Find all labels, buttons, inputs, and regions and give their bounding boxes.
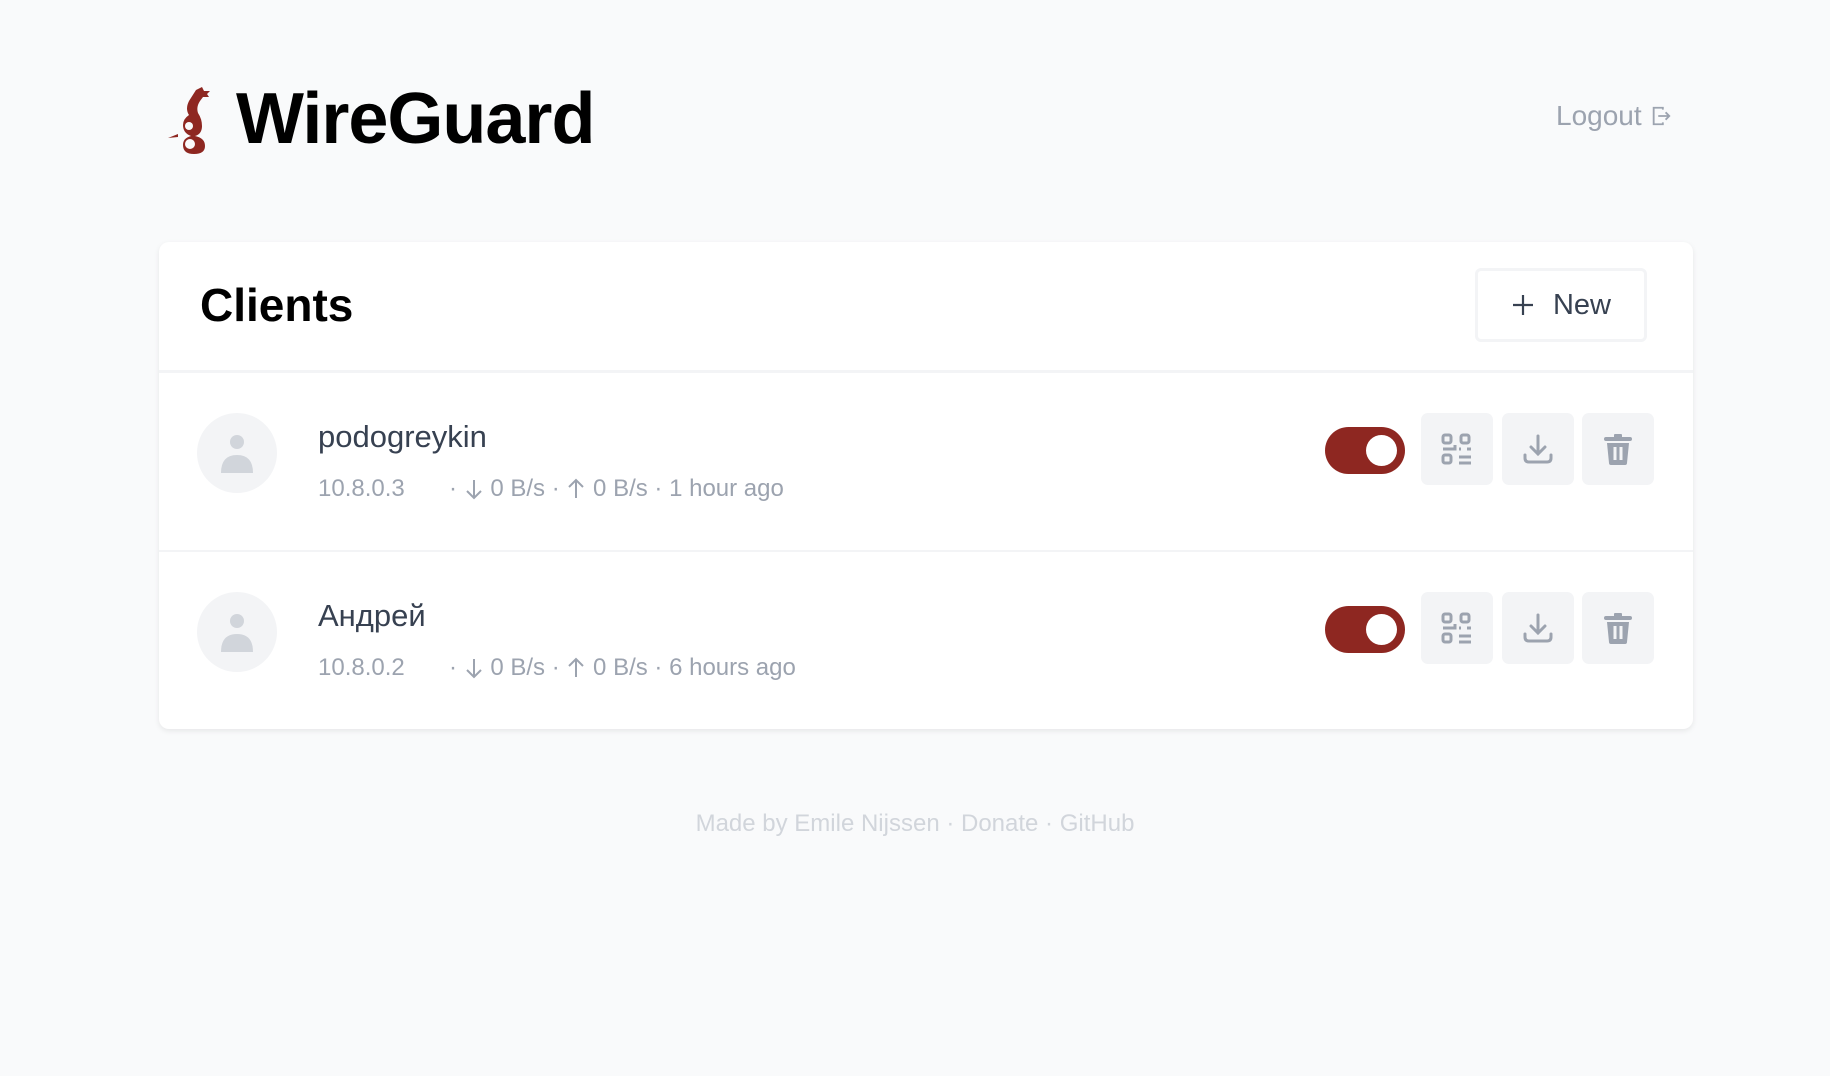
trash-icon: [1604, 434, 1632, 465]
arrow-down-icon: [465, 659, 482, 679]
delete-client-button[interactable]: [1582, 592, 1654, 664]
new-client-button[interactable]: New: [1475, 268, 1647, 342]
donate-link[interactable]: Donate: [961, 810, 1038, 837]
github-link[interactable]: GitHub: [1060, 810, 1135, 837]
user-icon: [221, 614, 253, 652]
client-details: 10.8.0.3 · 0 B/s · 0 B/s · 1 hour ago: [318, 475, 784, 503]
separator: ·: [449, 475, 464, 502]
new-client-label: New: [1552, 288, 1611, 321]
logout-label: Logout: [1556, 100, 1642, 131]
separator: ·: [647, 654, 670, 681]
clients-card: Clients New podogreykin 10.8.0.3 · 0 B/s …: [159, 242, 1693, 729]
upload-rate: 0 B/s: [593, 475, 648, 502]
avatar: [197, 413, 277, 493]
clients-title: Clients: [200, 279, 354, 331]
client-name[interactable]: Андрей: [318, 598, 426, 634]
logout-icon: [1652, 106, 1671, 126]
upload-rate: 0 B/s: [593, 654, 648, 681]
separator: ·: [545, 654, 567, 681]
qr-code-icon: [1441, 433, 1471, 465]
toggle-knob: [1366, 614, 1397, 645]
separator: ·: [545, 475, 567, 502]
user-icon: [221, 435, 253, 473]
wireguard-logo: [168, 87, 210, 154]
footer-separator: ·: [1038, 810, 1060, 837]
client-row: podogreykin 10.8.0.3 · 0 B/s · 0 B/s · 1 …: [159, 373, 1693, 552]
show-qr-button[interactable]: [1421, 592, 1493, 664]
last-seen: 1 hour ago: [669, 475, 784, 502]
arrow-down-icon: [465, 480, 482, 500]
show-qr-button[interactable]: [1421, 413, 1493, 485]
client-address: 10.8.0.3: [318, 475, 405, 502]
qr-code-icon: [1441, 612, 1471, 644]
download-config-button[interactable]: [1502, 413, 1574, 485]
trash-icon: [1604, 613, 1632, 644]
footer: Made by Emile Nijssen · Donate · GitHub: [0, 810, 1830, 838]
download-rate: 0 B/s: [490, 654, 546, 681]
separator: ·: [449, 654, 464, 681]
app-title: WireGuard: [236, 79, 595, 159]
download-icon: [1523, 613, 1553, 643]
client-name[interactable]: podogreykin: [318, 419, 487, 455]
client-address: 10.8.0.2: [318, 654, 405, 681]
client-details: 10.8.0.2 · 0 B/s · 0 B/s · 6 hours ago: [318, 654, 796, 682]
last-seen: 6 hours ago: [669, 654, 796, 681]
separator: ·: [647, 475, 670, 502]
footer-separator: ·: [939, 810, 961, 837]
avatar: [197, 592, 277, 672]
download-icon: [1523, 434, 1553, 464]
clients-header: Clients New: [159, 242, 1693, 373]
download-rate: 0 B/s: [490, 475, 546, 502]
arrow-up-icon: [568, 478, 585, 498]
footer-made-by[interactable]: Made by Emile Nijssen: [696, 810, 940, 837]
toggle-knob: [1366, 435, 1397, 466]
arrow-up-icon: [568, 657, 585, 677]
enable-toggle[interactable]: [1325, 427, 1405, 474]
enable-toggle[interactable]: [1325, 606, 1405, 653]
logout-button[interactable]: Logout: [1556, 100, 1672, 132]
client-row: Андрей 10.8.0.2 · 0 B/s · 0 B/s · 6 hours…: [159, 552, 1693, 729]
download-config-button[interactable]: [1502, 592, 1574, 664]
plus-icon: [1512, 295, 1533, 315]
delete-client-button[interactable]: [1582, 413, 1654, 485]
